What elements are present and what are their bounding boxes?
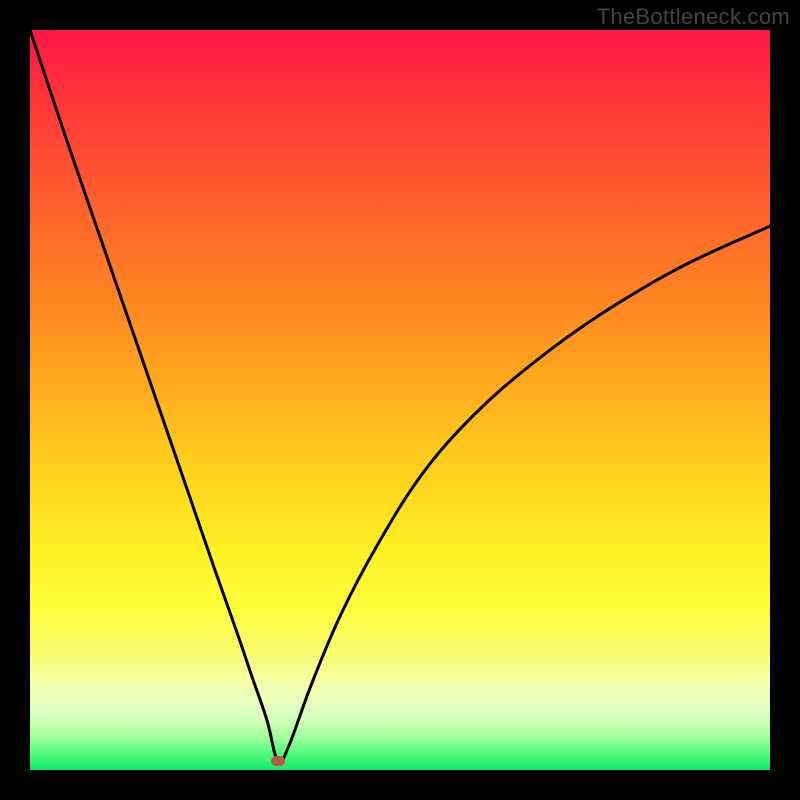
chart-frame: TheBottleneck.com xyxy=(0,0,800,800)
curve-layer xyxy=(30,30,770,770)
plot-area xyxy=(30,30,770,770)
watermark-text: TheBottleneck.com xyxy=(597,4,790,30)
bottleneck-curve xyxy=(30,30,770,763)
optimum-marker xyxy=(271,756,285,766)
